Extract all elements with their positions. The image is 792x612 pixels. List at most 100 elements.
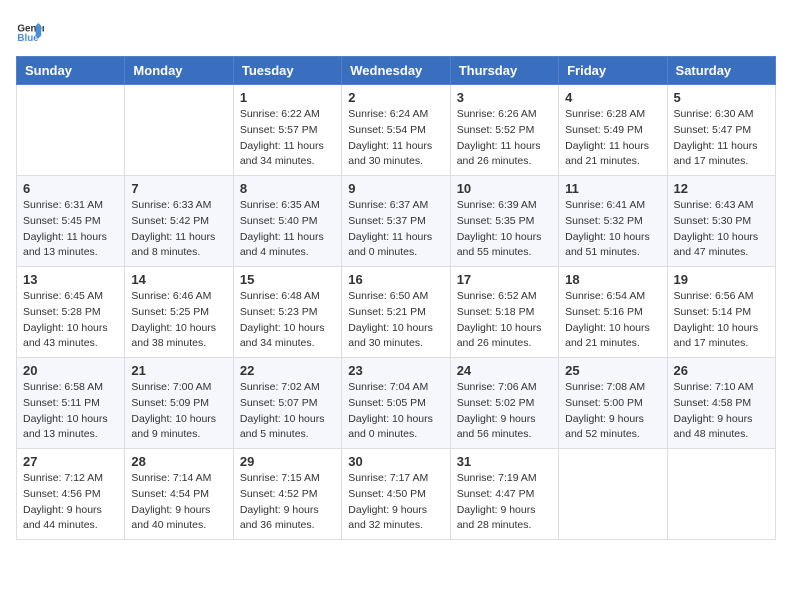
weekday-header: Thursday bbox=[450, 57, 558, 85]
calendar-cell: 1 Sunrise: 6:22 AM Sunset: 5:57 PM Dayli… bbox=[233, 85, 341, 176]
calendar-week-row: 27 Sunrise: 7:12 AM Sunset: 4:56 PM Dayl… bbox=[17, 449, 776, 540]
calendar-cell bbox=[17, 85, 125, 176]
day-number: 25 bbox=[565, 363, 660, 378]
day-info: Sunrise: 7:06 AM Sunset: 5:02 PM Dayligh… bbox=[457, 380, 552, 443]
calendar-cell: 6 Sunrise: 6:31 AM Sunset: 5:45 PM Dayli… bbox=[17, 176, 125, 267]
day-number: 10 bbox=[457, 181, 552, 196]
day-info: Sunrise: 6:46 AM Sunset: 5:25 PM Dayligh… bbox=[131, 289, 226, 352]
weekday-header: Wednesday bbox=[342, 57, 450, 85]
calendar-cell: 13 Sunrise: 6:45 AM Sunset: 5:28 PM Dayl… bbox=[17, 267, 125, 358]
weekday-header: Sunday bbox=[17, 57, 125, 85]
day-number: 1 bbox=[240, 90, 335, 105]
day-number: 30 bbox=[348, 454, 443, 469]
day-info: Sunrise: 7:19 AM Sunset: 4:47 PM Dayligh… bbox=[457, 471, 552, 534]
day-number: 24 bbox=[457, 363, 552, 378]
day-number: 20 bbox=[23, 363, 118, 378]
day-info: Sunrise: 6:48 AM Sunset: 5:23 PM Dayligh… bbox=[240, 289, 335, 352]
day-number: 29 bbox=[240, 454, 335, 469]
day-number: 11 bbox=[565, 181, 660, 196]
calendar-week-row: 6 Sunrise: 6:31 AM Sunset: 5:45 PM Dayli… bbox=[17, 176, 776, 267]
calendar-cell: 21 Sunrise: 7:00 AM Sunset: 5:09 PM Dayl… bbox=[125, 358, 233, 449]
day-number: 15 bbox=[240, 272, 335, 287]
calendar-cell: 23 Sunrise: 7:04 AM Sunset: 5:05 PM Dayl… bbox=[342, 358, 450, 449]
day-info: Sunrise: 7:12 AM Sunset: 4:56 PM Dayligh… bbox=[23, 471, 118, 534]
day-info: Sunrise: 6:45 AM Sunset: 5:28 PM Dayligh… bbox=[23, 289, 118, 352]
day-number: 13 bbox=[23, 272, 118, 287]
day-info: Sunrise: 7:17 AM Sunset: 4:50 PM Dayligh… bbox=[348, 471, 443, 534]
calendar-cell bbox=[559, 449, 667, 540]
calendar-cell: 25 Sunrise: 7:08 AM Sunset: 5:00 PM Dayl… bbox=[559, 358, 667, 449]
day-info: Sunrise: 7:08 AM Sunset: 5:00 PM Dayligh… bbox=[565, 380, 660, 443]
calendar-cell: 18 Sunrise: 6:54 AM Sunset: 5:16 PM Dayl… bbox=[559, 267, 667, 358]
calendar-cell: 17 Sunrise: 6:52 AM Sunset: 5:18 PM Dayl… bbox=[450, 267, 558, 358]
day-number: 23 bbox=[348, 363, 443, 378]
calendar-week-row: 20 Sunrise: 6:58 AM Sunset: 5:11 PM Dayl… bbox=[17, 358, 776, 449]
calendar-cell: 20 Sunrise: 6:58 AM Sunset: 5:11 PM Dayl… bbox=[17, 358, 125, 449]
day-number: 28 bbox=[131, 454, 226, 469]
day-info: Sunrise: 7:10 AM Sunset: 4:58 PM Dayligh… bbox=[674, 380, 769, 443]
calendar-header-row: SundayMondayTuesdayWednesdayThursdayFrid… bbox=[17, 57, 776, 85]
calendar-cell: 9 Sunrise: 6:37 AM Sunset: 5:37 PM Dayli… bbox=[342, 176, 450, 267]
calendar-cell: 11 Sunrise: 6:41 AM Sunset: 5:32 PM Dayl… bbox=[559, 176, 667, 267]
day-number: 5 bbox=[674, 90, 769, 105]
page-header: General Blue bbox=[16, 16, 776, 44]
day-number: 12 bbox=[674, 181, 769, 196]
day-info: Sunrise: 6:56 AM Sunset: 5:14 PM Dayligh… bbox=[674, 289, 769, 352]
day-info: Sunrise: 6:39 AM Sunset: 5:35 PM Dayligh… bbox=[457, 198, 552, 261]
calendar-cell: 5 Sunrise: 6:30 AM Sunset: 5:47 PM Dayli… bbox=[667, 85, 775, 176]
day-number: 21 bbox=[131, 363, 226, 378]
calendar-cell: 31 Sunrise: 7:19 AM Sunset: 4:47 PM Dayl… bbox=[450, 449, 558, 540]
calendar-cell: 28 Sunrise: 7:14 AM Sunset: 4:54 PM Dayl… bbox=[125, 449, 233, 540]
day-info: Sunrise: 6:26 AM Sunset: 5:52 PM Dayligh… bbox=[457, 107, 552, 170]
day-info: Sunrise: 6:33 AM Sunset: 5:42 PM Dayligh… bbox=[131, 198, 226, 261]
calendar-cell: 22 Sunrise: 7:02 AM Sunset: 5:07 PM Dayl… bbox=[233, 358, 341, 449]
day-info: Sunrise: 7:15 AM Sunset: 4:52 PM Dayligh… bbox=[240, 471, 335, 534]
calendar-cell: 15 Sunrise: 6:48 AM Sunset: 5:23 PM Dayl… bbox=[233, 267, 341, 358]
logo: General Blue bbox=[16, 16, 48, 44]
day-number: 9 bbox=[348, 181, 443, 196]
weekday-header: Tuesday bbox=[233, 57, 341, 85]
day-info: Sunrise: 6:28 AM Sunset: 5:49 PM Dayligh… bbox=[565, 107, 660, 170]
day-number: 16 bbox=[348, 272, 443, 287]
calendar-cell: 3 Sunrise: 6:26 AM Sunset: 5:52 PM Dayli… bbox=[450, 85, 558, 176]
weekday-header: Saturday bbox=[667, 57, 775, 85]
day-number: 31 bbox=[457, 454, 552, 469]
day-number: 2 bbox=[348, 90, 443, 105]
day-info: Sunrise: 6:41 AM Sunset: 5:32 PM Dayligh… bbox=[565, 198, 660, 261]
day-number: 14 bbox=[131, 272, 226, 287]
day-number: 26 bbox=[674, 363, 769, 378]
day-info: Sunrise: 6:58 AM Sunset: 5:11 PM Dayligh… bbox=[23, 380, 118, 443]
calendar-cell: 24 Sunrise: 7:06 AM Sunset: 5:02 PM Dayl… bbox=[450, 358, 558, 449]
calendar-body: 1 Sunrise: 6:22 AM Sunset: 5:57 PM Dayli… bbox=[17, 85, 776, 540]
day-info: Sunrise: 6:22 AM Sunset: 5:57 PM Dayligh… bbox=[240, 107, 335, 170]
calendar-cell: 29 Sunrise: 7:15 AM Sunset: 4:52 PM Dayl… bbox=[233, 449, 341, 540]
weekday-header: Monday bbox=[125, 57, 233, 85]
day-number: 19 bbox=[674, 272, 769, 287]
logo-icon: General Blue bbox=[16, 16, 44, 44]
calendar-cell: 4 Sunrise: 6:28 AM Sunset: 5:49 PM Dayli… bbox=[559, 85, 667, 176]
day-number: 6 bbox=[23, 181, 118, 196]
day-info: Sunrise: 7:04 AM Sunset: 5:05 PM Dayligh… bbox=[348, 380, 443, 443]
day-number: 18 bbox=[565, 272, 660, 287]
calendar-week-row: 13 Sunrise: 6:45 AM Sunset: 5:28 PM Dayl… bbox=[17, 267, 776, 358]
calendar-cell: 14 Sunrise: 6:46 AM Sunset: 5:25 PM Dayl… bbox=[125, 267, 233, 358]
day-number: 17 bbox=[457, 272, 552, 287]
calendar-cell: 8 Sunrise: 6:35 AM Sunset: 5:40 PM Dayli… bbox=[233, 176, 341, 267]
calendar-cell: 19 Sunrise: 6:56 AM Sunset: 5:14 PM Dayl… bbox=[667, 267, 775, 358]
weekday-header: Friday bbox=[559, 57, 667, 85]
calendar-cell: 12 Sunrise: 6:43 AM Sunset: 5:30 PM Dayl… bbox=[667, 176, 775, 267]
day-info: Sunrise: 7:14 AM Sunset: 4:54 PM Dayligh… bbox=[131, 471, 226, 534]
day-info: Sunrise: 7:02 AM Sunset: 5:07 PM Dayligh… bbox=[240, 380, 335, 443]
day-number: 22 bbox=[240, 363, 335, 378]
calendar-cell: 27 Sunrise: 7:12 AM Sunset: 4:56 PM Dayl… bbox=[17, 449, 125, 540]
day-info: Sunrise: 6:54 AM Sunset: 5:16 PM Dayligh… bbox=[565, 289, 660, 352]
day-number: 3 bbox=[457, 90, 552, 105]
day-info: Sunrise: 6:43 AM Sunset: 5:30 PM Dayligh… bbox=[674, 198, 769, 261]
day-info: Sunrise: 6:24 AM Sunset: 5:54 PM Dayligh… bbox=[348, 107, 443, 170]
calendar-week-row: 1 Sunrise: 6:22 AM Sunset: 5:57 PM Dayli… bbox=[17, 85, 776, 176]
day-number: 4 bbox=[565, 90, 660, 105]
day-info: Sunrise: 6:31 AM Sunset: 5:45 PM Dayligh… bbox=[23, 198, 118, 261]
calendar-cell: 2 Sunrise: 6:24 AM Sunset: 5:54 PM Dayli… bbox=[342, 85, 450, 176]
calendar-table: SundayMondayTuesdayWednesdayThursdayFrid… bbox=[16, 56, 776, 540]
calendar-cell bbox=[667, 449, 775, 540]
